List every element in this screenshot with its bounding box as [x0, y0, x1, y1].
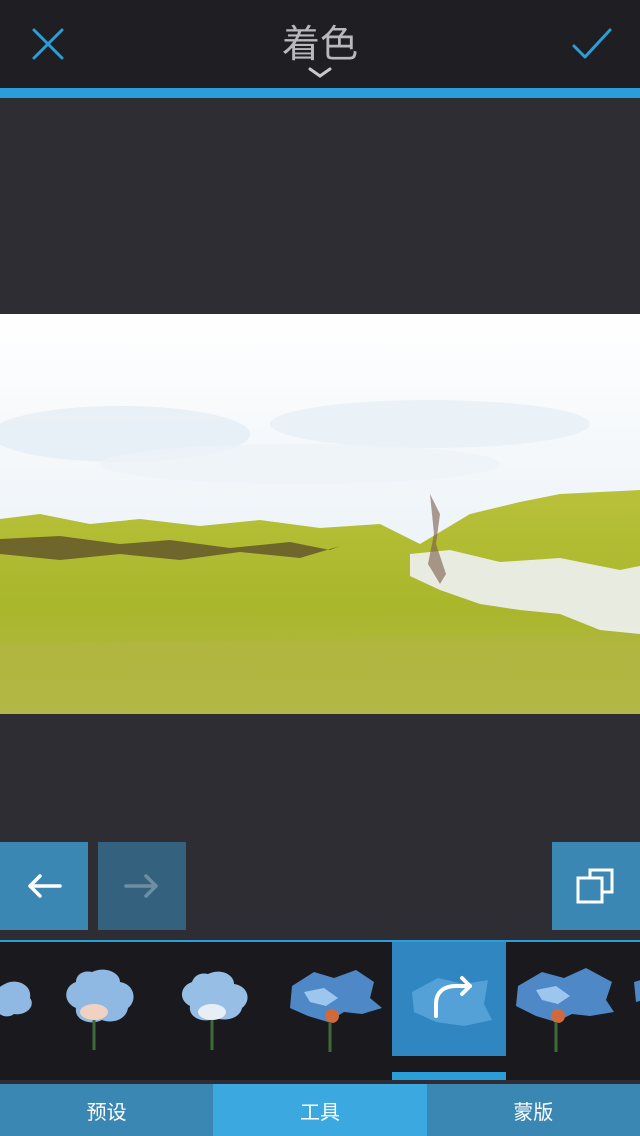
page-title[interactable]: 着色	[0, 20, 640, 68]
tab-tools[interactable]: 工具	[213, 1084, 427, 1136]
confirm-button[interactable]	[566, 18, 618, 70]
tab-mask[interactable]: 蒙版	[427, 1084, 640, 1136]
arrow-right-icon	[124, 874, 158, 898]
photo-preview[interactable]	[0, 314, 640, 714]
brush-item[interactable]	[158, 942, 272, 1056]
brush-strip[interactable]	[0, 942, 640, 1080]
undo-button[interactable]	[0, 842, 88, 930]
brush-item[interactable]	[508, 942, 622, 1056]
brush-item[interactable]	[42, 942, 156, 1056]
compare-icon	[576, 868, 614, 904]
chevron-down-icon[interactable]	[306, 66, 334, 80]
compare-button[interactable]	[552, 842, 640, 930]
brush-item-selected[interactable]	[392, 942, 506, 1056]
redo-arrow-icon	[412, 976, 492, 1026]
redo-button[interactable]	[98, 842, 186, 930]
accent-divider	[0, 88, 640, 98]
selection-indicator	[392, 1072, 506, 1080]
check-icon	[572, 28, 612, 59]
tab-presets[interactable]: 预设	[0, 1084, 213, 1136]
brush-item[interactable]	[624, 942, 640, 1056]
arrow-left-icon	[28, 874, 62, 898]
brush-item[interactable]	[274, 942, 388, 1056]
bottom-tabs: 预设 工具 蒙版	[0, 1084, 640, 1136]
top-bar: 着色	[0, 0, 640, 88]
